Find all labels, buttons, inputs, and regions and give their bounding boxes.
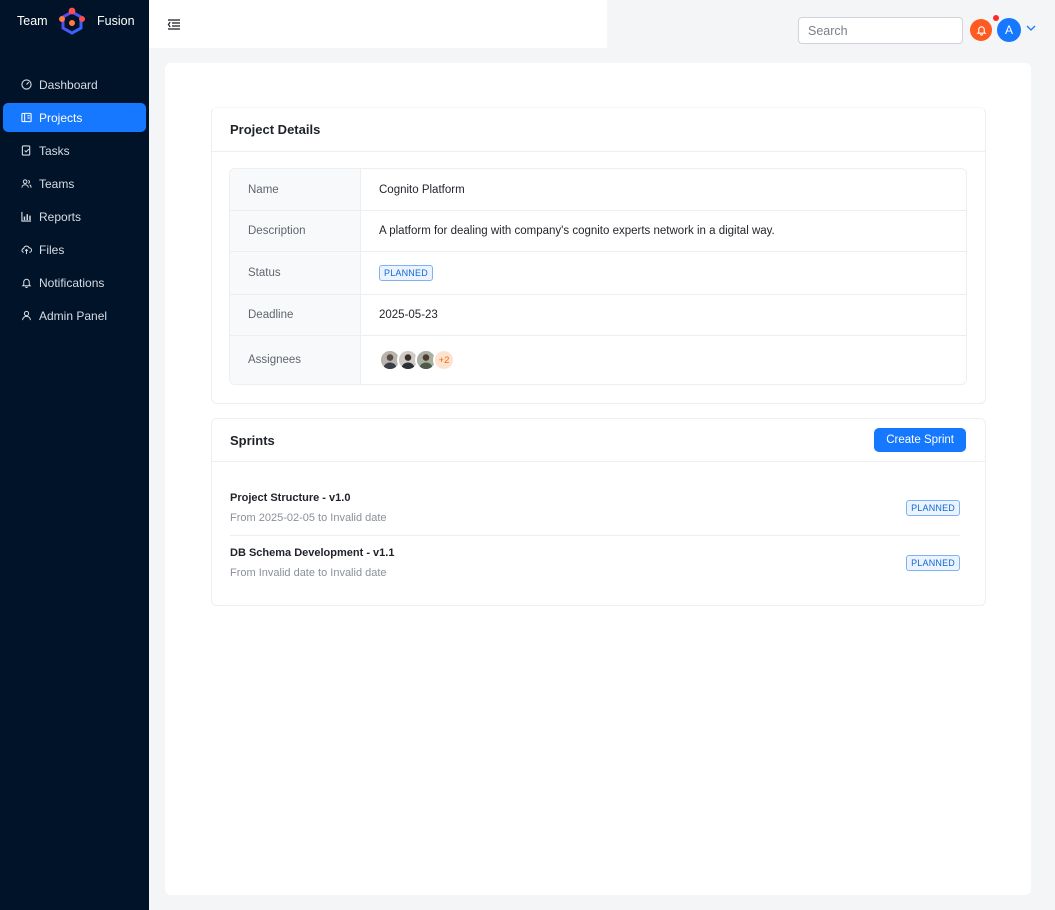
sidebar-item-label: Files [39, 242, 65, 257]
sprint-status-badge: PLANNED [906, 555, 960, 571]
assignee-avatars: +2 [379, 349, 455, 371]
cloud-upload-icon [21, 244, 32, 255]
sidebar-item-admin-panel[interactable]: Admin Panel [3, 301, 146, 330]
sidebar-item-label: Projects [39, 110, 83, 125]
brand-name-right: Fusion [97, 14, 135, 28]
deadline-value: 2025-05-23 [379, 309, 438, 321]
sidebar-item-reports[interactable]: Reports [3, 202, 146, 231]
header-bar [149, 0, 607, 48]
sprints-header: Sprints Create Sprint [212, 419, 985, 462]
project-description-value: A platform for dealing with company's co… [379, 225, 775, 237]
brand[interactable]: Team Fusion [0, 0, 149, 44]
sprint-item[interactable]: DB Schema Development - v1.1 From Invali… [230, 535, 960, 590]
detail-row-status: Status PLANNED [230, 252, 966, 295]
sprint-name: DB Schema Development - v1.1 [230, 547, 395, 559]
detail-row-description: Description A platform for dealing with … [230, 211, 966, 252]
sprint-date-range: From 2025-02-05 to Invalid date [230, 511, 387, 524]
user-icon [21, 310, 32, 321]
tasks-icon [21, 145, 32, 156]
projects-icon [21, 112, 32, 123]
sprint-date-range: From Invalid date to Invalid date [230, 567, 387, 579]
project-name-value: Cognito Platform [379, 183, 465, 196]
bell-icon [976, 26, 986, 36]
sidebar-item-dashboard[interactable]: Dashboard [3, 70, 146, 99]
assignees-cell: +2 [361, 336, 966, 384]
sidebar-item-label: Dashboard [39, 77, 98, 92]
sprints-title: Sprints [230, 432, 275, 448]
sprint-list: Project Structure - v1.0 From 2025-02-05… [230, 480, 960, 590]
menu-fold-icon[interactable] [167, 17, 181, 31]
notification-button[interactable] [970, 19, 992, 41]
sidebar-item-label: Tasks [39, 143, 70, 158]
notification-dot [993, 15, 999, 21]
chevron-down-icon[interactable] [1026, 24, 1036, 32]
bell-icon [21, 277, 32, 288]
detail-row-name: Name Cognito Platform [230, 169, 966, 211]
sidebar-item-label: Notifications [39, 275, 105, 290]
status-cell: PLANNED [361, 252, 966, 294]
sidebar-item-projects[interactable]: Projects [3, 103, 146, 132]
detail-row-assignees: Assignees +2 [230, 336, 966, 384]
sidebar-nav: Dashboard Projects Tasks Teams Reports F… [3, 70, 146, 334]
sidebar-item-files[interactable]: Files [3, 235, 146, 264]
sidebar-item-label: Admin Panel [39, 308, 108, 323]
team-fusion-logo-icon [59, 7, 85, 35]
brand-name-left: Team [17, 14, 48, 28]
sidebar-item-label: Reports [39, 209, 82, 224]
detail-label: Name [230, 169, 361, 210]
sprint-name: Project Structure - v1.0 [230, 491, 351, 504]
project-details-title: Project Details [212, 108, 985, 152]
more-assignees-count[interactable]: +2 [433, 349, 455, 371]
reports-icon [21, 211, 32, 222]
sprint-item[interactable]: Project Structure - v1.0 From 2025-02-05… [230, 480, 960, 535]
sidebar: Team Fusion Dashboard Projects Tasks Tea… [0, 0, 149, 910]
detail-row-deadline: Deadline 2025-05-23 [230, 295, 966, 336]
teams-icon [21, 178, 32, 189]
user-avatar[interactable]: A [997, 18, 1021, 42]
detail-label: Description [230, 211, 361, 251]
detail-label: Status [230, 252, 361, 294]
sidebar-item-label: Teams [39, 176, 75, 191]
detail-label: Deadline [230, 295, 361, 335]
sidebar-item-tasks[interactable]: Tasks [3, 136, 146, 165]
search-input[interactable] [798, 17, 963, 44]
status-badge: PLANNED [379, 265, 433, 281]
create-sprint-button[interactable]: Create Sprint [874, 428, 966, 452]
sidebar-item-notifications[interactable]: Notifications [3, 268, 146, 297]
dashboard-icon [21, 79, 32, 90]
detail-label: Assignees [230, 336, 361, 384]
sprint-status-badge: PLANNED [906, 499, 960, 516]
project-details-table: Name Cognito Platform Description A plat… [229, 168, 967, 385]
sidebar-item-teams[interactable]: Teams [3, 169, 146, 198]
